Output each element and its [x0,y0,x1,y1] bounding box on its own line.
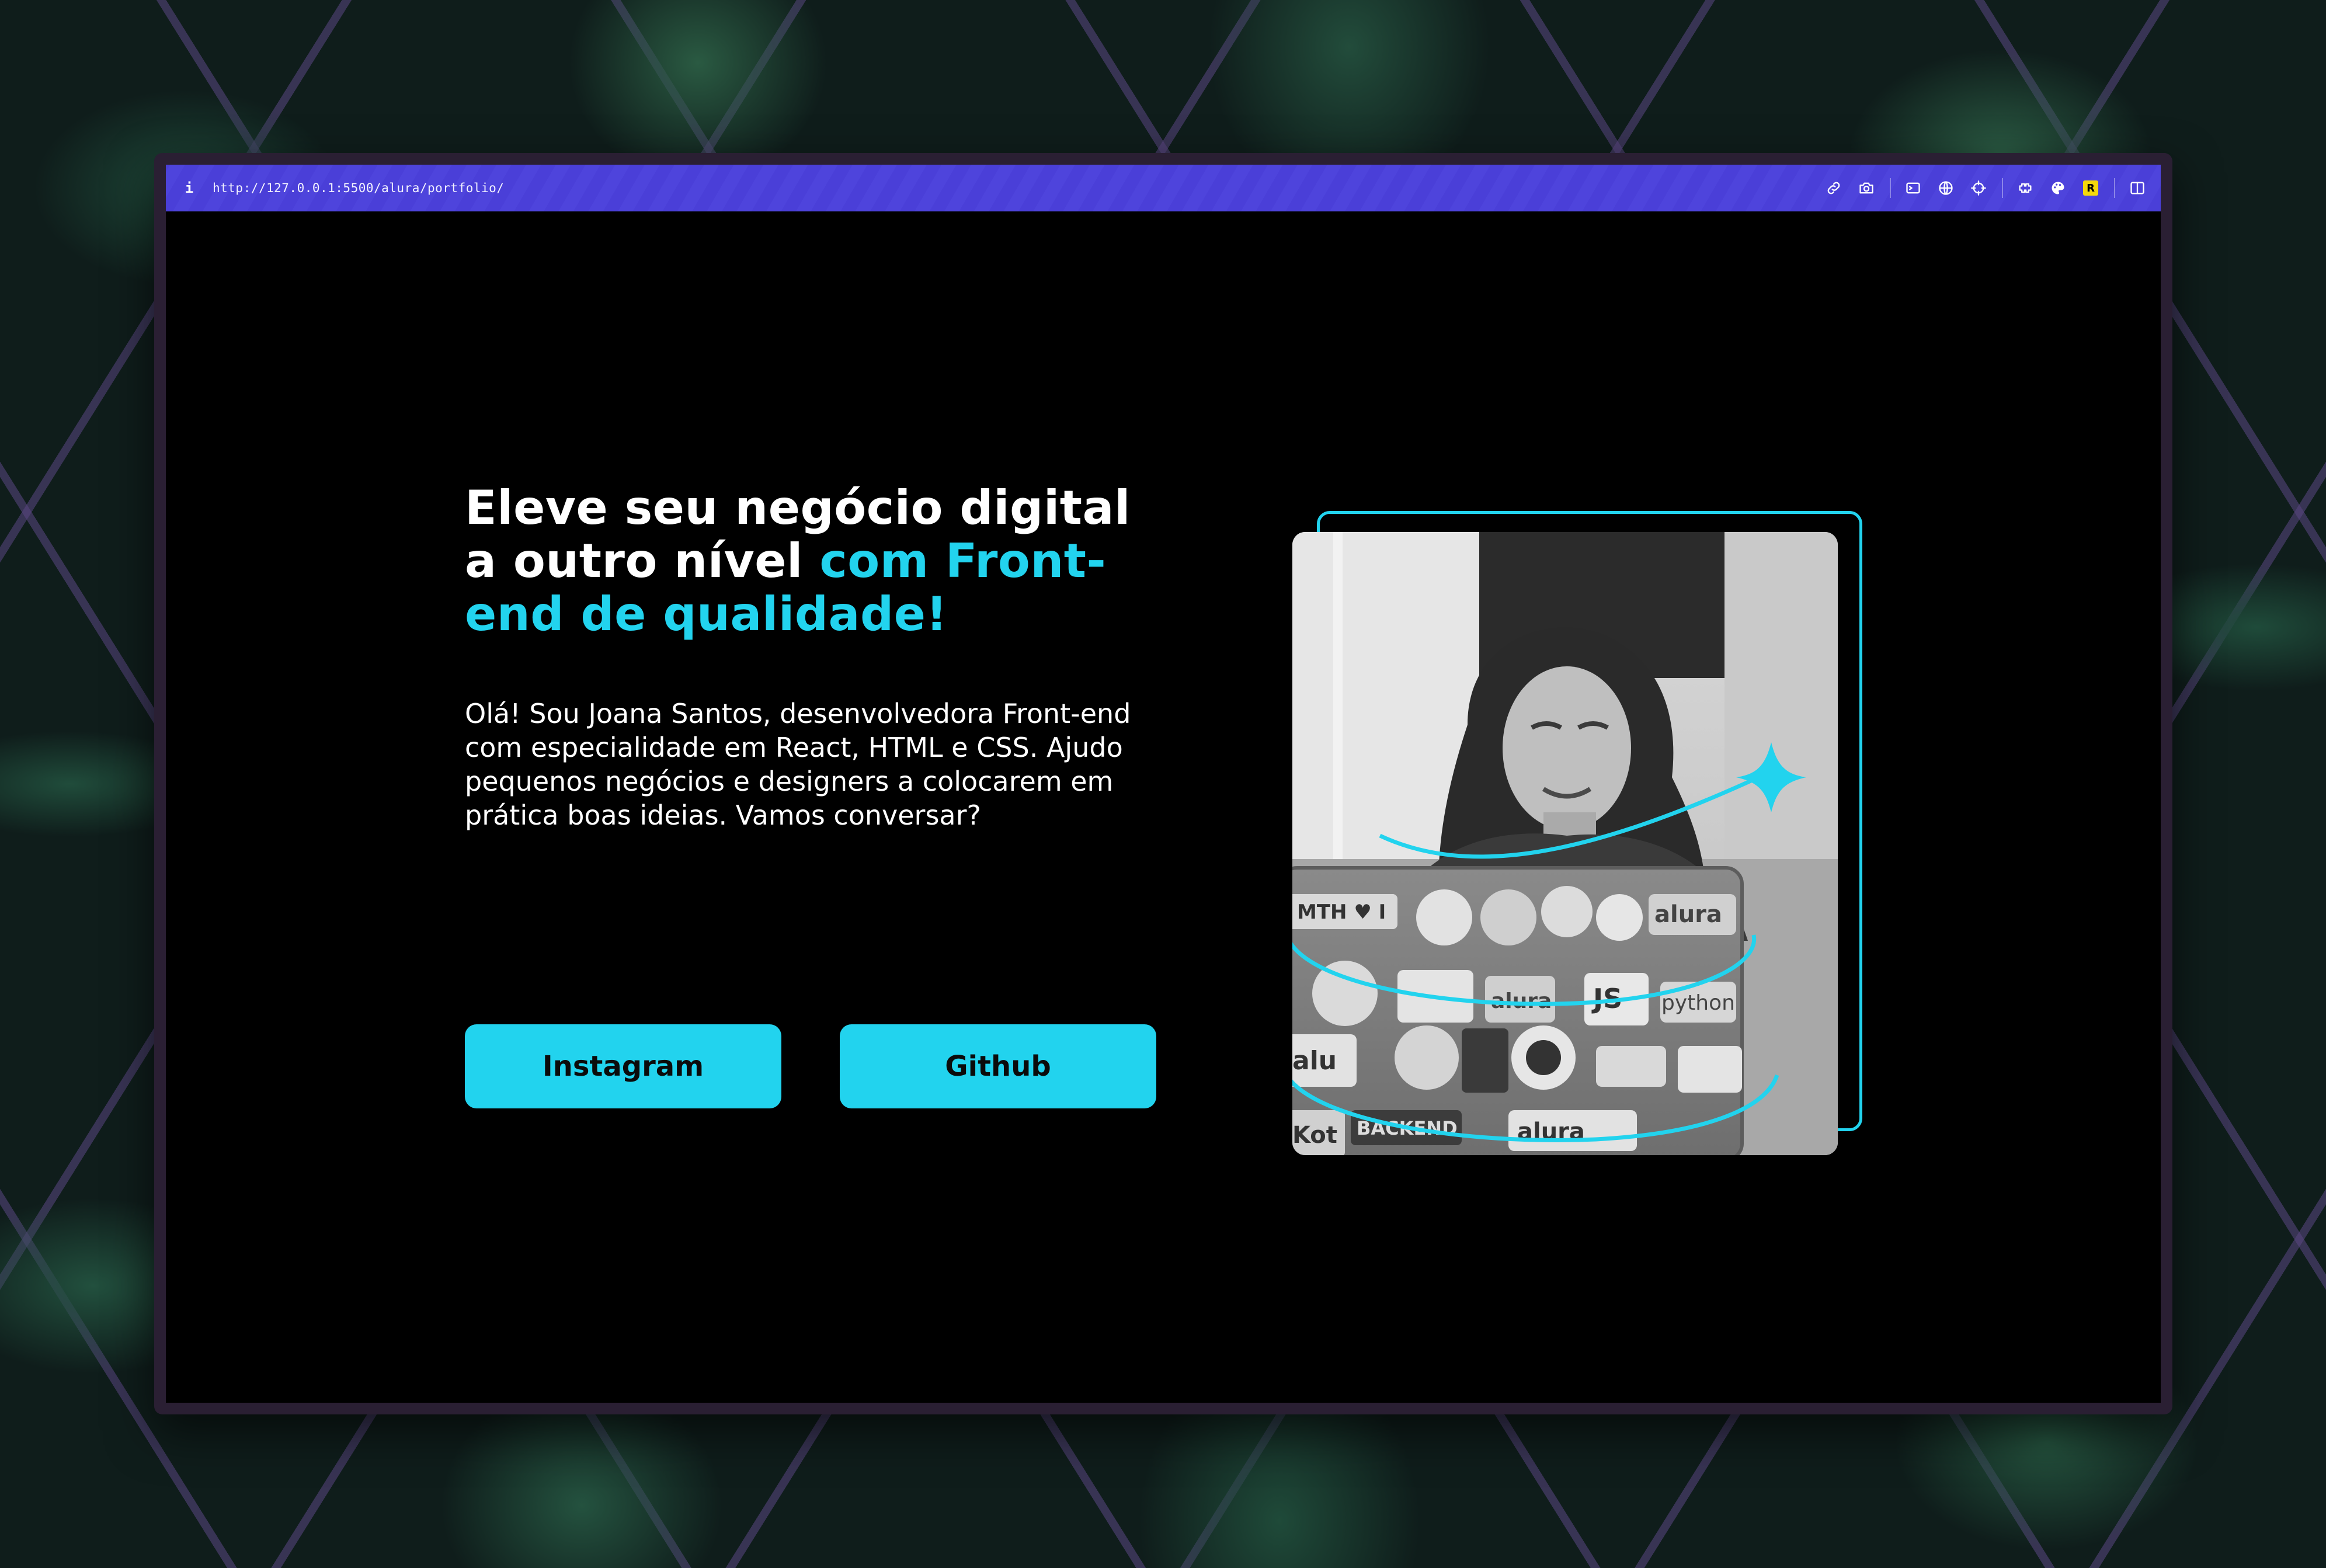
profile-photo-illustration: MTH ♥ I alura alura JS python alu BACKEN… [1292,532,1838,1155]
profile-photo: MTH ♥ I alura alura JS python alu BACKEN… [1292,532,1838,1155]
hero-text: Eleve seu negócio digital a outro nível … [465,481,1177,832]
address-bar[interactable]: i http://127.0.0.1:5500/alura/portfolio/ [166,165,2161,211]
browser-viewport: i http://127.0.0.1:5500/alura/portfolio/ [166,165,2161,1403]
browser-window: i http://127.0.0.1:5500/alura/portfolio/ [154,153,2172,1414]
link-icon[interactable] [1823,178,1844,199]
toolbar-separator [2114,178,2115,198]
globe-icon[interactable] [1935,178,1956,199]
hero-headline: Eleve seu negócio digital a outro nível … [465,481,1177,641]
sidebar-icon[interactable] [2127,178,2148,199]
profile-photo-container: MTH ♥ I alura alura JS python alu BACKEN… [1292,511,1883,1155]
svg-text:MTH ♥ I: MTH ♥ I [1297,901,1386,924]
svg-text:alura: alura [1654,901,1722,928]
toolbar-separator [1890,178,1891,198]
url-text[interactable]: http://127.0.0.1:5500/alura/portfolio/ [213,181,504,195]
extensions-icon[interactable] [2015,178,2036,199]
github-button[interactable]: Github [840,1024,1156,1108]
hero-intro: Olá! Sou Joana Santos, desenvolvedora Fr… [465,698,1131,831]
social-buttons: Instagram Github [465,1024,1156,1108]
camera-icon[interactable] [1856,178,1877,199]
toolbar-separator [2002,178,2003,198]
svg-text:alu: alu [1292,1046,1337,1076]
r-extension-icon[interactable]: R [2080,178,2101,199]
color-palette-icon[interactable] [2047,178,2068,199]
svg-text:python: python [1661,991,1735,1015]
hero-section: Eleve seu negócio digital a outro nível … [166,211,2161,1403]
svg-text:Kot: Kot [1292,1122,1337,1149]
browser-toolbar: R [1812,165,2148,211]
crosshair-icon[interactable] [1968,178,1989,199]
terminal-icon[interactable] [1903,178,1924,199]
instagram-button[interactable]: Instagram [465,1024,781,1108]
r-badge: R [2083,180,2098,196]
info-icon[interactable]: i [166,180,213,196]
